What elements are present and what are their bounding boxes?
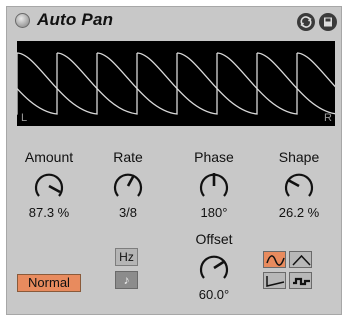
- normal-mode-button[interactable]: Normal: [17, 274, 81, 292]
- sine-wave-icon: [266, 255, 285, 266]
- random-wave-button[interactable]: [289, 272, 312, 289]
- shape-knob[interactable]: [282, 169, 316, 203]
- rate-value: 3/8: [118, 205, 138, 220]
- offset-knob[interactable]: [197, 251, 231, 285]
- sawtooth-wave-icon: [266, 276, 285, 287]
- phase-label: Phase: [194, 149, 234, 165]
- auto-pan-device: Auto Pan L R Amount 87.3 % Rate 3/8 Phas…: [6, 6, 342, 315]
- sawtooth-wave-button[interactable]: [263, 272, 286, 289]
- power-icon[interactable]: [15, 13, 30, 28]
- hz-rate-mode-button[interactable]: Hz: [115, 248, 138, 266]
- amount-label: Amount: [24, 149, 74, 165]
- rate-label: Rate: [113, 149, 143, 165]
- device-title-bar: Auto Pan: [7, 7, 341, 35]
- amount-knob[interactable]: [32, 169, 66, 203]
- device-title: Auto Pan: [37, 10, 114, 29]
- lfo-waveform: L R: [17, 41, 335, 126]
- save-icon[interactable]: [319, 13, 337, 31]
- triangle-wave-icon: [292, 254, 311, 266]
- triangle-wave-button[interactable]: [289, 251, 312, 268]
- phase-value: 180°: [200, 205, 228, 220]
- sine-wave-button[interactable]: [263, 251, 286, 268]
- offset-label: Offset: [195, 231, 233, 247]
- phase-knob[interactable]: [197, 169, 231, 203]
- amount-value: 87.3 %: [28, 205, 70, 220]
- offset-value: 60.0°: [198, 287, 230, 302]
- left-channel-label: L: [21, 112, 27, 124]
- random-wave-icon: [293, 277, 310, 286]
- right-channel-label: R: [324, 112, 332, 124]
- sync-note-icon[interactable]: ♪: [115, 271, 138, 289]
- shape-label: Shape: [278, 149, 320, 165]
- rate-knob[interactable]: [111, 169, 145, 203]
- shape-value: 26.2 %: [278, 205, 320, 220]
- hot-swap-icon[interactable]: [297, 13, 315, 31]
- lfo-waveform-display: L R: [17, 41, 335, 126]
